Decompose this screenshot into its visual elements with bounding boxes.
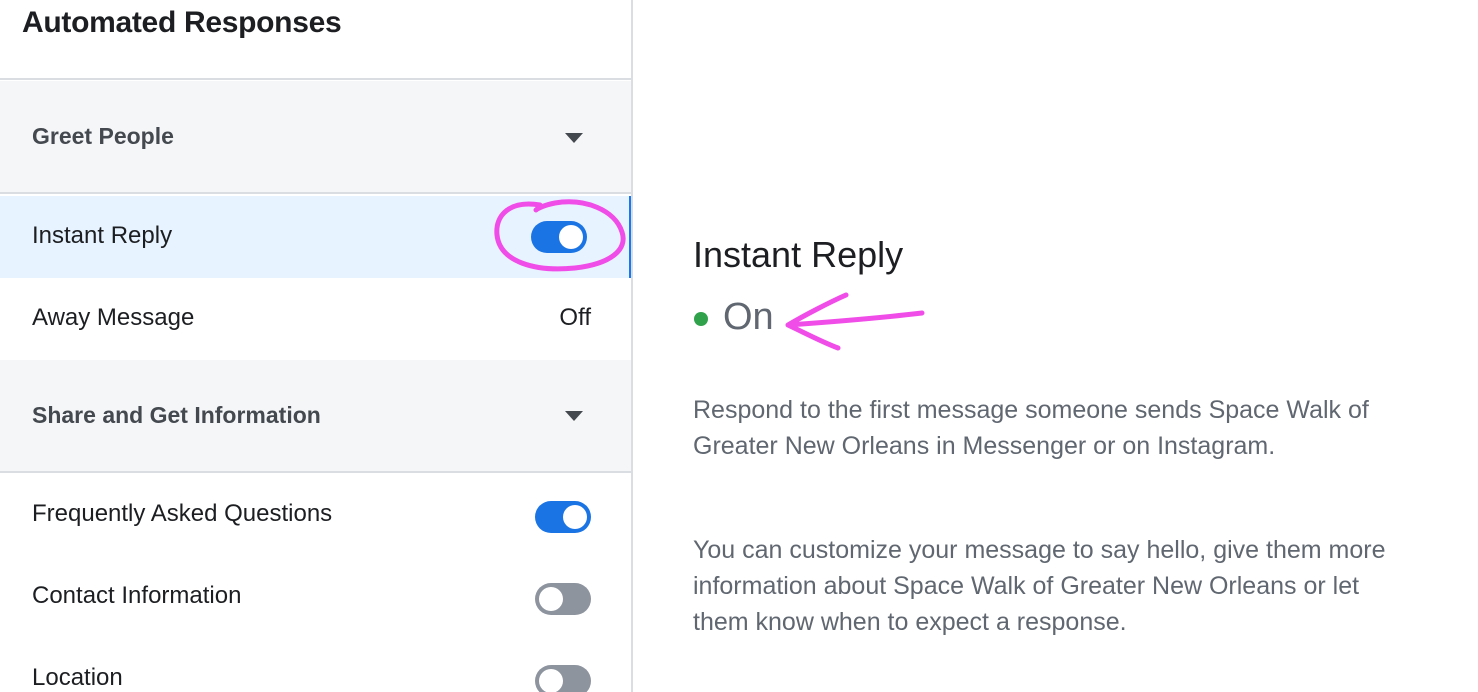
row-label: Contact Information xyxy=(32,582,242,609)
toggle-knob xyxy=(539,587,563,611)
automated-responses-panel: Automated Responses Greet People Instant… xyxy=(0,0,633,692)
instant-reply-toggle[interactable] xyxy=(531,221,587,253)
chevron-down-icon[interactable] xyxy=(565,133,583,143)
detail-title: Instant Reply xyxy=(693,234,904,275)
faq-toggle[interactable] xyxy=(535,501,591,533)
panel-header: Automated Responses xyxy=(0,0,631,80)
status-text: On xyxy=(723,296,774,338)
panel-title: Automated Responses xyxy=(22,6,342,39)
description-paragraph-2: You can customize your message to say he… xyxy=(693,536,1386,636)
toggle-knob xyxy=(559,225,583,249)
chevron-down-icon[interactable] xyxy=(565,411,583,421)
away-message-status: Off xyxy=(559,304,591,331)
section-share-get-info[interactable]: Share and Get Information xyxy=(0,360,631,473)
row-location[interactable]: Location xyxy=(0,638,631,692)
row-label: Away Message xyxy=(32,304,195,331)
toggle-knob xyxy=(539,669,563,692)
row-label: Instant Reply xyxy=(32,222,173,249)
section-label: Greet People xyxy=(32,123,174,149)
row-contact-information[interactable]: Contact Information xyxy=(0,556,631,638)
detail-panel: Instant Reply On Respond to the first me… xyxy=(633,0,1478,692)
location-toggle[interactable] xyxy=(535,665,591,692)
row-label: Location xyxy=(32,664,123,691)
row-instant-reply[interactable]: Instant Reply xyxy=(0,196,631,278)
toggle-knob xyxy=(563,505,587,529)
status-dot-icon xyxy=(694,312,708,326)
description-paragraph-1: Respond to the first message someone sen… xyxy=(693,396,1369,460)
row-away-message[interactable]: Away Message Off xyxy=(0,278,631,360)
contact-information-toggle[interactable] xyxy=(535,583,591,615)
section-greet-people[interactable]: Greet People xyxy=(0,81,631,194)
row-faq[interactable]: Frequently Asked Questions xyxy=(0,474,631,556)
section-label: Share and Get Information xyxy=(32,402,321,428)
row-label: Frequently Asked Questions xyxy=(32,500,333,527)
